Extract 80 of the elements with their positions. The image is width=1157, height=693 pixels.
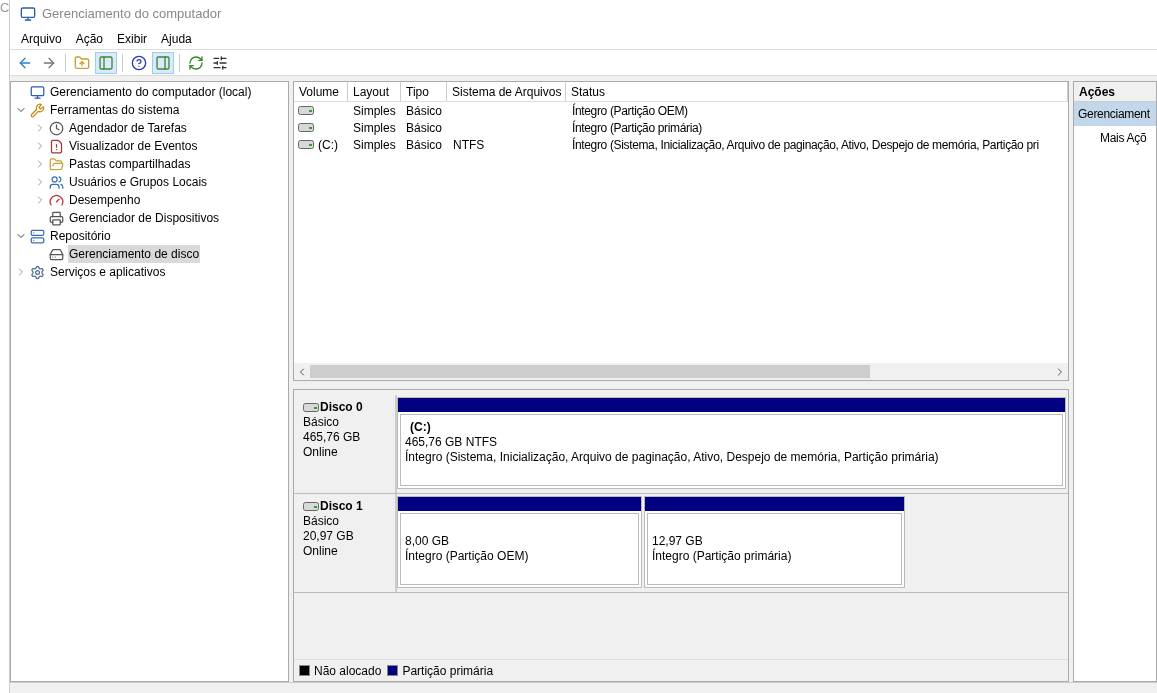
column-header[interactable]: Tipo: [401, 82, 447, 101]
properties-icon: [212, 54, 228, 71]
horizontal-scrollbar[interactable]: [294, 363, 1068, 380]
table-cell: Básico: [406, 103, 443, 118]
table-cell: Íntegro (Sistema, Inicialização, Arquivo de paginação, Ativo, Despejo de memória, Partição pri: [572, 137, 1039, 152]
disk-name: Disco 1: [320, 499, 363, 514]
partition-block[interactable]: (C:) 465,76 GB NTFS Íntegro (Sistema, Inicialização, Arquivo de paginação, Ativo, Despejo de memória, Partição primária): [397, 397, 1066, 489]
disk-status: Online: [303, 445, 339, 460]
disk-size: 465,76 GB: [303, 430, 362, 445]
scrollbar-thumb[interactable]: [310, 365, 870, 378]
storage-icon: [30, 228, 45, 244]
tree-item[interactable]: Ferramentas do sistema: [49, 101, 181, 119]
disk-size: 20,97 GB: [303, 529, 355, 544]
partition-block[interactable]: 12,97 GB Íntegro (Partição primária): [644, 496, 905, 588]
help-icon: [131, 54, 147, 71]
disk-name: Disco 0: [320, 400, 363, 415]
users-icon: [49, 174, 64, 190]
log-icon: [49, 138, 64, 154]
clock-icon: [49, 120, 64, 136]
folder-icon: [49, 156, 64, 172]
disk-status: Online: [303, 544, 339, 559]
disk-type: Básico: [303, 514, 341, 529]
legend-label: Não alocado: [314, 662, 382, 680]
partition-size: 12,97 GB: [652, 534, 704, 548]
computer-icon: [30, 84, 45, 100]
background-window-text: C: [0, 0, 9, 16]
computer-icon: [20, 6, 36, 22]
partition-size: 465,76 GB NTFS: [405, 435, 499, 449]
gear-icon: [30, 264, 45, 280]
table-cell: Básico: [406, 137, 443, 152]
column-header[interactable]: Layout: [348, 82, 401, 101]
table-cell: Simples: [353, 120, 396, 135]
tree-item[interactable]: Gerenciador de Dispositivos: [68, 209, 221, 227]
partition-status: Íntegro (Sistema, Inicialização, Arquivo de paginação, Ativo, Despejo de memória, Partição primária): [405, 450, 940, 465]
pane-icon: [98, 54, 114, 71]
partition-block[interactable]: 8,00 GB Íntegro (Partição OEM): [397, 496, 642, 588]
column-header[interactable]: Status: [566, 82, 1068, 101]
table-cell-text: (C:): [318, 136, 338, 154]
table-cell: Íntegro (Partição primária): [572, 120, 702, 135]
window-title: Gerenciamento do computador: [42, 5, 222, 24]
table-cell: Íntegro (Partição OEM): [572, 103, 688, 118]
tree-item[interactable]: Agendador de Tarefas: [68, 119, 188, 137]
folder-up-icon: [74, 54, 90, 71]
tree-item[interactable]: Gerenciamento do computador (local): [49, 83, 253, 101]
legend-label: Partição primária: [402, 662, 494, 680]
disk-drive-icon: [298, 106, 314, 115]
partition-status: Íntegro (Partição primária): [652, 549, 793, 564]
partition-label: (C:): [409, 420, 432, 435]
wrench-icon: [30, 102, 45, 118]
pane-icon: [155, 54, 171, 71]
partition-size: 8,00 GB: [405, 534, 451, 548]
menu-item[interactable]: Ação: [68, 28, 111, 49]
action-item[interactable]: Mais Açõ: [1074, 126, 1156, 150]
tree-item[interactable]: Gerenciamento de disco: [68, 245, 201, 263]
table-cell: Simples: [353, 103, 396, 118]
tree-item[interactable]: Desempenho: [68, 191, 142, 209]
tree-item[interactable]: Usuários e Grupos Locais: [68, 173, 209, 191]
column-header[interactable]: Volume: [294, 82, 348, 101]
tree-item[interactable]: Repositório: [49, 227, 112, 245]
disk-drive-icon: [303, 502, 319, 511]
disk-drive-icon: [298, 140, 314, 149]
menu-item[interactable]: Arquivo: [14, 28, 69, 49]
menu-item[interactable]: Ajuda: [154, 28, 199, 49]
table-cell: NTFS: [453, 137, 485, 152]
actions-title: Ações: [1074, 82, 1156, 102]
tree-item[interactable]: Pastas compartilhadas: [68, 155, 192, 173]
disk-drive-icon: [303, 403, 319, 412]
table-cell: Básico: [406, 120, 443, 135]
disk-type: Básico: [303, 415, 341, 430]
table-cell: Simples: [353, 137, 396, 152]
device-icon: [49, 210, 64, 226]
disk-drive-icon: [298, 123, 314, 132]
refresh-icon: [188, 54, 204, 71]
action-item[interactable]: Gerenciament: [1074, 102, 1156, 126]
menu-item[interactable]: Exibir: [110, 28, 155, 49]
tree-item[interactable]: Serviços e aplicativos: [49, 263, 167, 281]
column-header[interactable]: Sistema de Arquivos: [447, 82, 566, 101]
partition-status: Íntegro (Partição OEM): [405, 549, 530, 564]
gauge-icon: [49, 192, 64, 208]
tree-item[interactable]: Visualizador de Eventos: [68, 137, 199, 155]
